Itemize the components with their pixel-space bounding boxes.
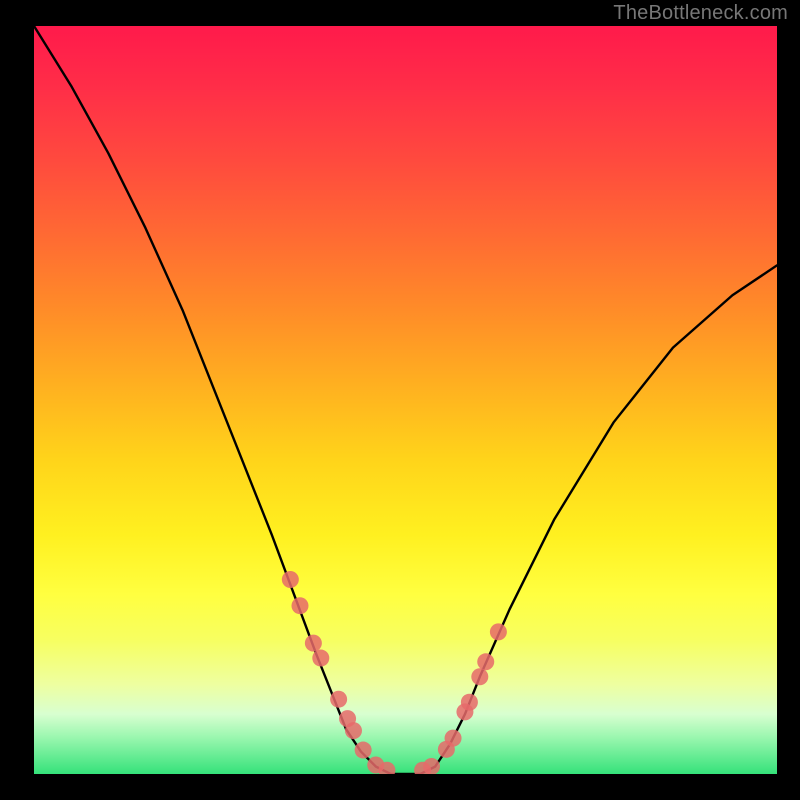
- data-point: [282, 571, 299, 588]
- data-point: [330, 691, 347, 708]
- data-point: [345, 722, 362, 739]
- data-point: [312, 650, 329, 667]
- chart-stage: TheBottleneck.com: [0, 0, 800, 800]
- data-point: [423, 758, 440, 774]
- chart-svg: [34, 26, 777, 774]
- data-point: [445, 730, 462, 747]
- data-point: [355, 742, 372, 759]
- data-point: [291, 597, 308, 614]
- bottleneck-curve: [34, 26, 777, 774]
- data-point: [305, 635, 322, 652]
- data-point: [477, 653, 494, 670]
- watermark-text: TheBottleneck.com: [613, 2, 788, 25]
- plot-area: [34, 26, 777, 774]
- data-point: [471, 668, 488, 685]
- data-point: [490, 623, 507, 640]
- data-point: [461, 694, 478, 711]
